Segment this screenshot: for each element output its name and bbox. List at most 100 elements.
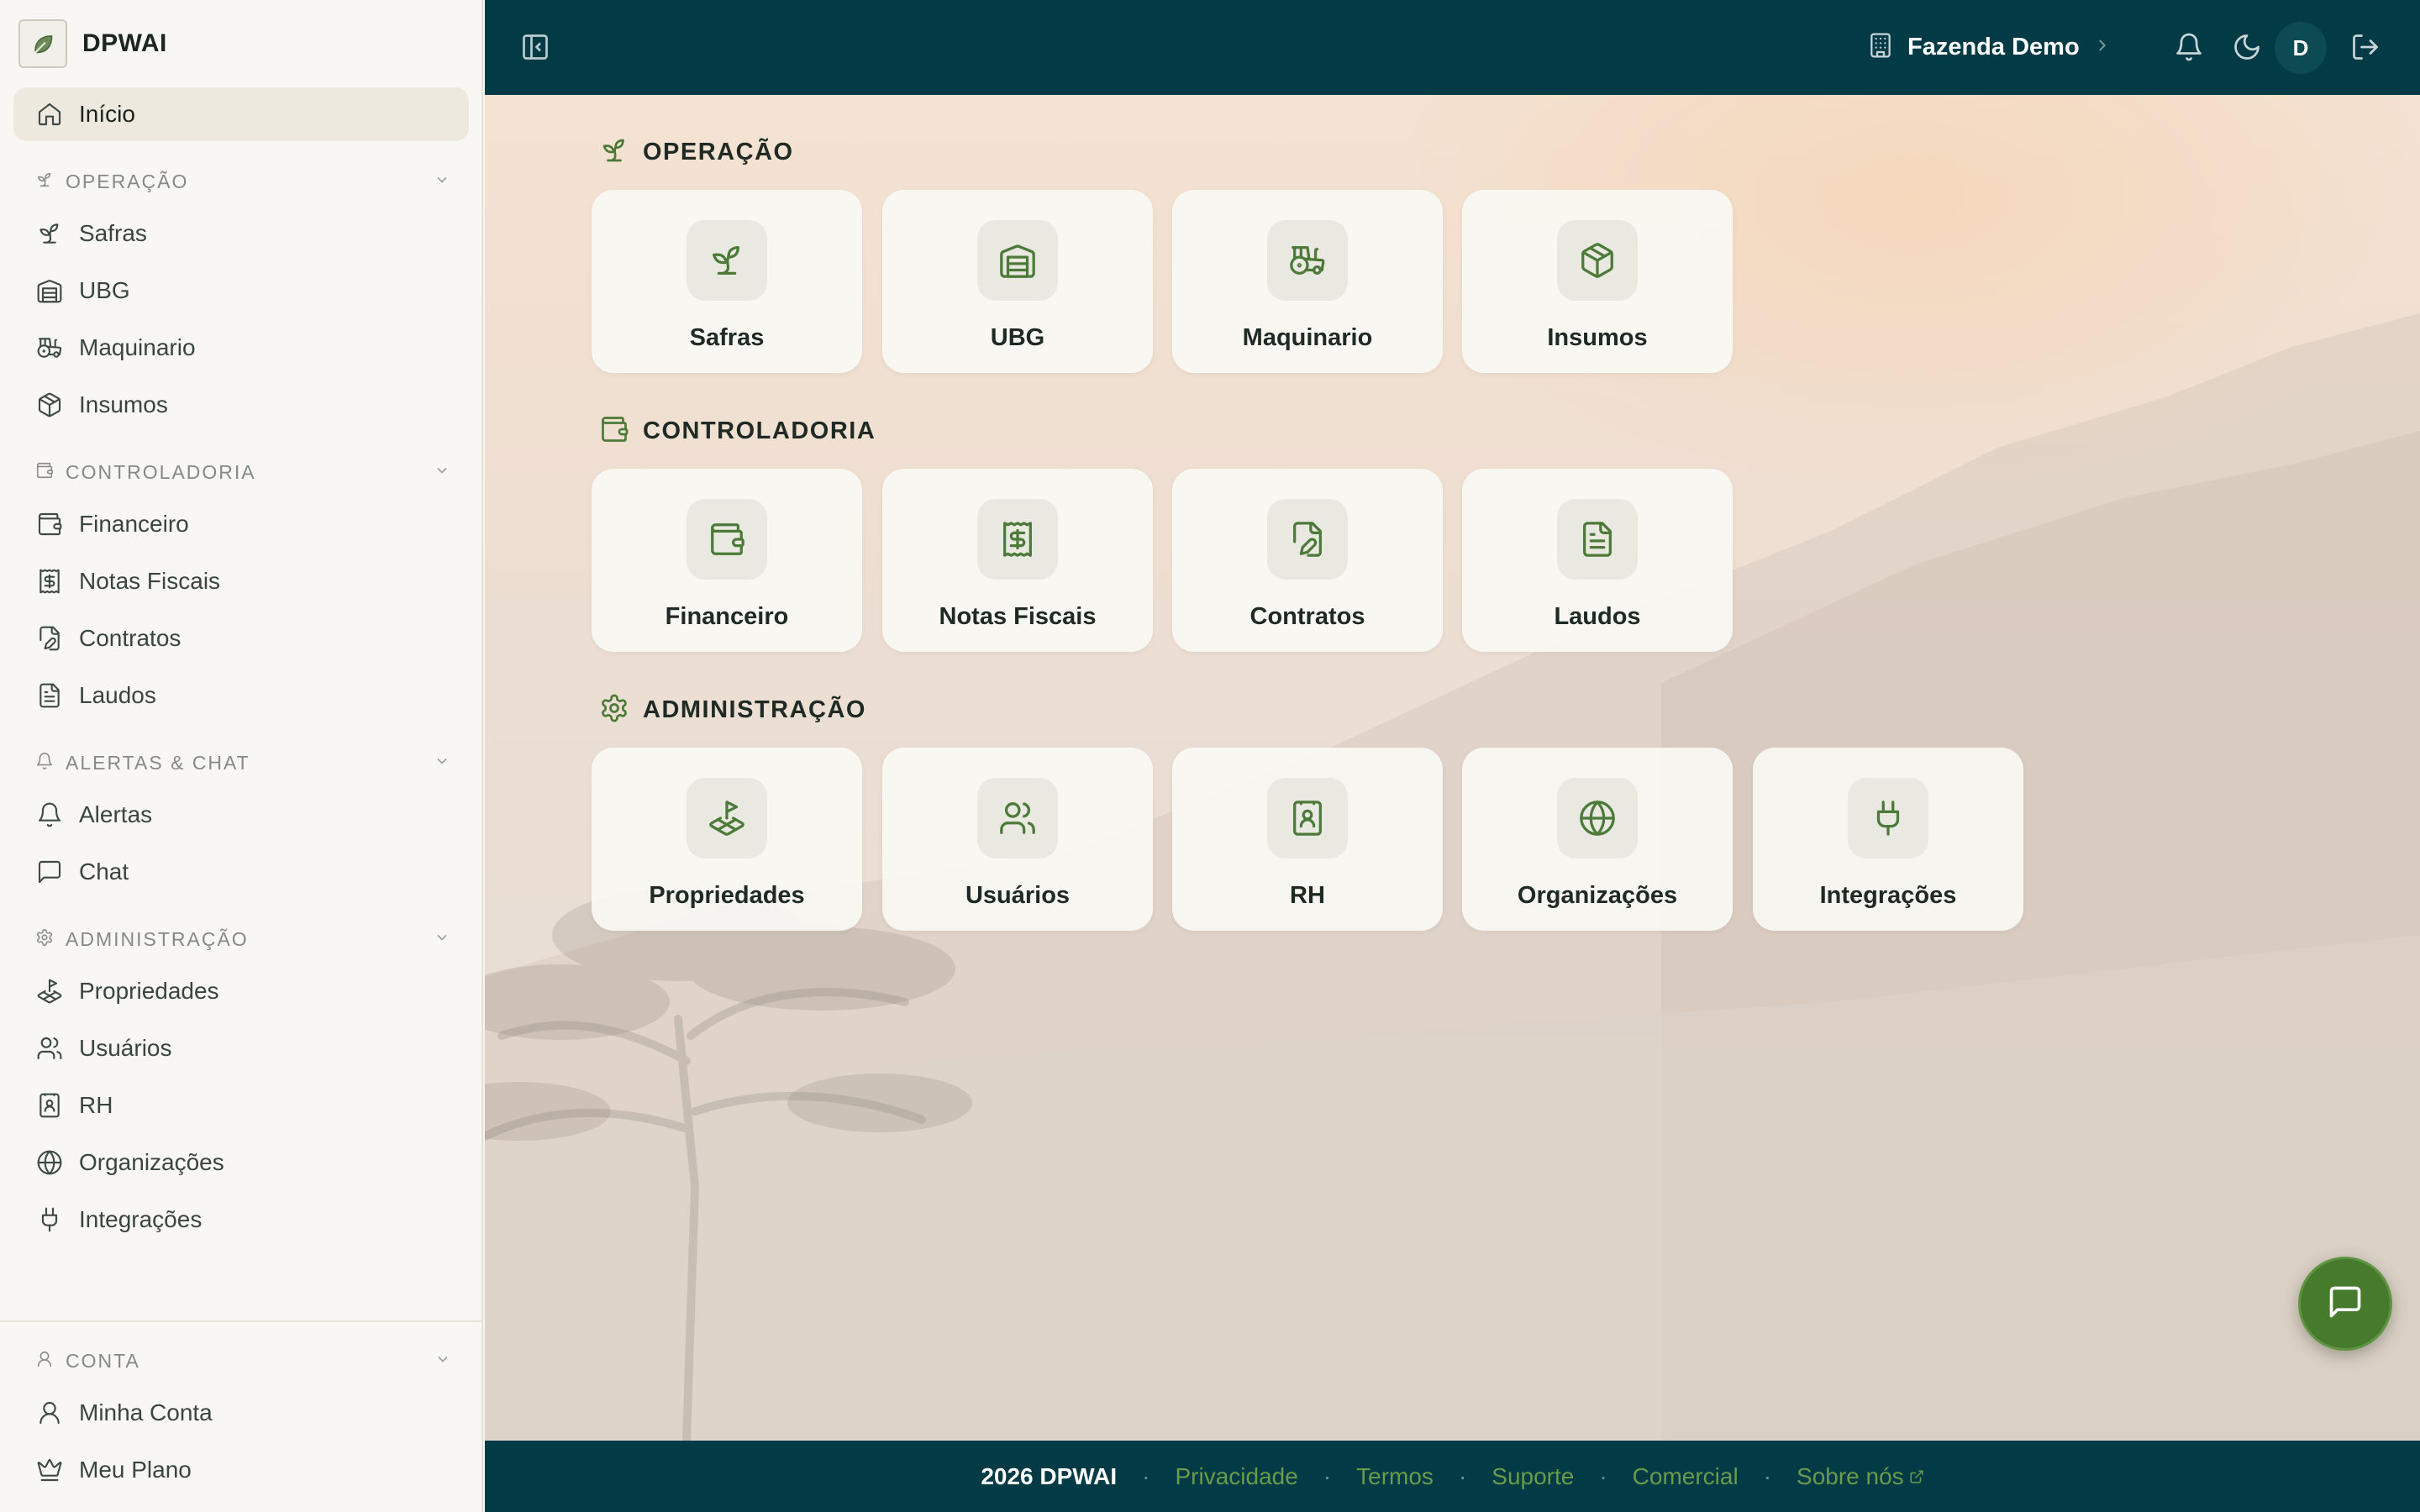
sidebar-item-integracoes[interactable]: Integrações [13,1193,469,1247]
card-contratos[interactable]: Contratos [1172,469,1443,652]
card-financeiro[interactable]: Financeiro [592,469,862,652]
sidebar-item-propriedades[interactable]: Propriedades [13,964,469,1018]
sidebar-item-usuarios[interactable]: Usuários [13,1021,469,1075]
brand[interactable]: DPWAI [18,18,167,69]
section-operacao[interactable]: OPERAÇÃO [13,160,469,203]
card-insumos[interactable]: Insumos [1462,190,1733,373]
card-rh[interactable]: RH [1172,748,1443,931]
sidebar-item-laudos[interactable]: Laudos [13,669,469,722]
sidebar-item-label: Maquinario [79,334,196,360]
sidebar: DPWAI Início OPERAÇÃO Safras UBG Maquina… [0,0,483,1512]
card-laudos[interactable]: Laudos [1462,469,1733,652]
brand-name: DPWAI [82,29,167,57]
card-notas-fiscais[interactable]: Notas Fiscais [882,469,1153,652]
card-ubg[interactable]: UBG [882,190,1153,373]
sidebar-item-label: Insumos [79,391,168,417]
warehouse-icon [35,276,64,305]
land-plot-icon [35,977,64,1005]
section-label: ALERTAS & CHAT [66,751,250,774]
sidebar-item-rh[interactable]: RH [13,1079,469,1132]
card-label: Insumos [1547,324,1648,351]
receipt-icon [35,567,64,596]
plug-icon [35,1205,64,1234]
card-maquinario[interactable]: Maquinario [1172,190,1443,373]
card-safras[interactable]: Safras [592,190,862,373]
footer-link-suporte[interactable]: Suporte [1491,1463,1574,1490]
group-title-label: CONTROLADORIA [643,417,876,444]
wallet-icon [35,461,54,484]
bell-icon [35,801,64,829]
contact-book-icon [1267,778,1348,858]
section-label: CONTA [66,1349,140,1372]
sidebar-item-meu-plano[interactable]: Meu Plano [13,1443,470,1497]
user-icon [35,1399,64,1427]
section-label: OPERAÇÃO [66,170,189,192]
section-administracao[interactable]: ADMINISTRAÇÃO [13,917,469,961]
tractor-icon [35,333,64,362]
footer-link-sobre-nos[interactable]: Sobre nós [1797,1463,1904,1490]
card-label: Safras [689,324,765,351]
avatar[interactable]: D [2275,22,2327,74]
chat-fab-button[interactable] [2298,1257,2392,1351]
footer-copyright: 2026 DPWAI [981,1462,1118,1489]
footer-separator: · [1599,1462,1607,1489]
bell-icon[interactable] [2170,29,2207,66]
file-pen-icon [35,624,64,653]
sidebar-item-inicio[interactable]: Início [13,87,469,141]
wallet-icon [687,499,767,580]
chevron-down-icon[interactable] [434,462,450,483]
sidebar-item-alertas[interactable]: Alertas [13,788,469,842]
sidebar-item-minha-conta[interactable]: Minha Conta [13,1386,470,1440]
sidebar-item-safras[interactable]: Safras [13,207,469,260]
section-conta[interactable]: CONTA [13,1339,470,1383]
sidebar-item-notas-fiscais[interactable]: Notas Fiscais [13,554,469,608]
building-icon [1867,32,1894,63]
file-text-icon [35,681,64,710]
topbar: Fazenda Demo D [485,0,2420,95]
chevron-down-icon[interactable] [434,1351,451,1372]
tractor-icon [1267,220,1348,301]
chevron-down-icon[interactable] [434,929,450,950]
group-title-administracao: ADMINISTRAÇÃO [599,693,866,727]
farm-selector[interactable]: Fazenda Demo [1867,25,2112,69]
sidebar-nav: Início OPERAÇÃO Safras UBG Maquinario In… [13,87,469,1250]
footer-link-termos[interactable]: Termos [1356,1463,1434,1490]
sidebar-toggle-icon[interactable] [520,32,550,62]
footer: 2026 DPWAI · Privacidade · Termos · Supo… [485,1441,2420,1512]
section-alertas-chat[interactable]: ALERTAS & CHAT [13,741,469,785]
footer-link-comercial[interactable]: Comercial [1633,1463,1739,1490]
land-plot-icon [687,778,767,858]
card-label: Integrações [1819,882,1957,909]
sidebar-item-ubg[interactable]: UBG [13,264,469,318]
external-link-icon [1904,1463,1924,1490]
footer-link-privacidade[interactable]: Privacidade [1176,1463,1298,1490]
footer-separator: · [1763,1462,1772,1489]
sidebar-item-contratos[interactable]: Contratos [13,612,469,665]
sidebar-item-chat[interactable]: Chat [13,845,469,899]
card-usuarios[interactable]: Usuários [882,748,1153,931]
gear-icon [599,693,629,727]
sidebar-item-organizacoes[interactable]: Organizações [13,1136,469,1189]
message-square-icon [2327,1284,2364,1325]
logout-icon[interactable] [2347,29,2384,66]
file-text-icon [1557,499,1638,580]
sidebar-item-maquinario[interactable]: Maquinario [13,321,469,375]
card-propriedades[interactable]: Propriedades [592,748,862,931]
sidebar-item-financeiro[interactable]: Financeiro [13,497,469,551]
wallet-icon [35,510,64,538]
sidebar-item-label: Integrações [79,1206,203,1232]
moon-icon[interactable] [2228,29,2265,66]
section-label: ADMINISTRAÇÃO [66,927,249,950]
card-label: Usuários [965,882,1071,909]
sidebar-item-label: Organizações [79,1149,224,1175]
section-controladoria[interactable]: CONTROLADORIA [13,450,469,494]
sidebar-item-insumos[interactable]: Insumos [13,378,469,432]
crown-icon [35,1456,64,1484]
card-integracoes[interactable]: Integrações [1753,748,2023,931]
chevron-down-icon[interactable] [434,753,450,774]
group-title-controladoria: CONTROLADORIA [599,414,876,449]
chevron-down-icon[interactable] [434,171,450,192]
sidebar-item-label: RH [79,1092,113,1118]
sprout-icon [35,171,54,193]
card-organizacoes[interactable]: Organizações [1462,748,1733,931]
